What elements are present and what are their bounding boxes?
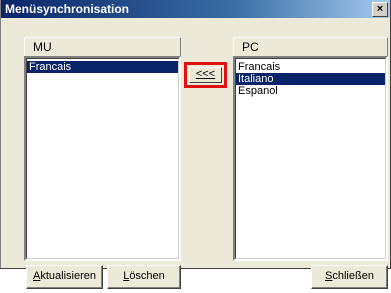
mu-header-label: MU	[33, 40, 52, 54]
mu-list-items: Francais	[26, 58, 179, 259]
pc-list-items: Francais Italiano Espanol	[235, 58, 386, 259]
close-label: chließen	[332, 270, 374, 282]
list-item[interactable]: Italiano	[236, 73, 385, 85]
title-bar[interactable]: Menüsynchronisation ×	[1, 0, 390, 18]
refresh-label: ktualisieren	[40, 270, 96, 282]
refresh-button[interactable]: Aktualisieren	[26, 265, 103, 289]
list-item[interactable]: Francais	[27, 61, 178, 73]
list-item-label: Francais	[238, 61, 281, 73]
transfer-highlight: <<<	[184, 62, 227, 88]
pc-listbox[interactable]: Francais Italiano Espanol	[233, 56, 388, 261]
list-item-label: Espanol	[238, 85, 278, 97]
pc-header-label: PC	[242, 40, 259, 54]
transfer-left-button[interactable]: <<<	[189, 67, 222, 83]
delete-label: öschen	[129, 270, 165, 282]
mu-column-header: MU	[24, 37, 181, 57]
mu-listbox[interactable]: Francais	[24, 56, 181, 261]
close-window-button[interactable]: ×	[372, 2, 388, 17]
menu-sync-dialog: Menüsynchronisation × MU Francais <<< PC…	[0, 0, 391, 289]
list-item-label: Francais	[29, 61, 72, 73]
list-item[interactable]: Francais	[236, 61, 385, 73]
window-title: Menüsynchronisation	[5, 2, 130, 16]
list-item[interactable]: Espanol	[236, 85, 385, 97]
close-icon: ×	[376, 3, 384, 15]
pc-column-header: PC	[233, 37, 388, 57]
delete-button[interactable]: Löschen	[107, 265, 181, 289]
list-item-label: Italiano	[238, 73, 274, 85]
close-button[interactable]: Schließen	[311, 265, 388, 289]
